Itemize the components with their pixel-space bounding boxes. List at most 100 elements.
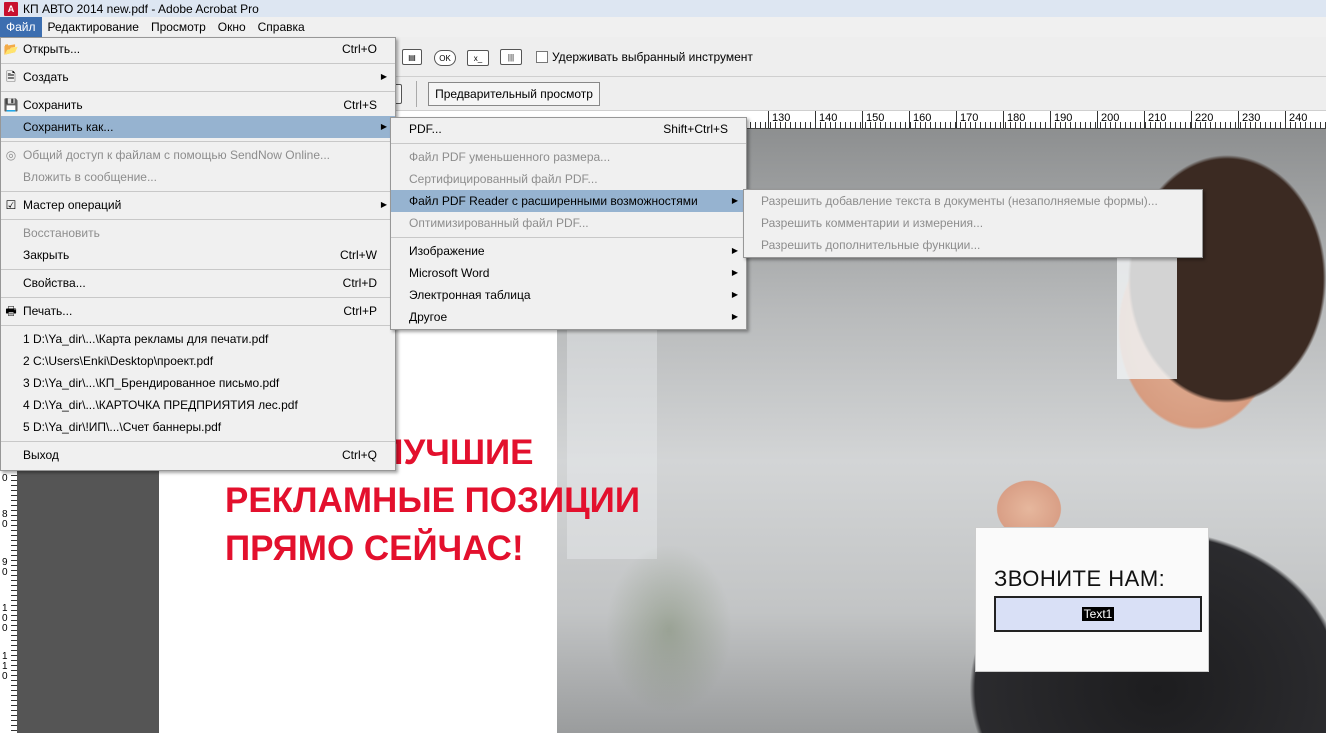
save-as-submenu: PDF... Shift+Ctrl+S Файл PDF уменьшенног…: [390, 117, 747, 330]
menu-file[interactable]: Файл: [0, 17, 42, 37]
vruler-label: 0: [2, 623, 8, 634]
menu-separator: [391, 143, 746, 144]
menu-item-label: Свойства...: [23, 276, 86, 290]
menu-item-label: Изображение: [409, 244, 485, 258]
recent-file-3[interactable]: 3 D:\Ya_dir\...\КП_Брендированное письмо…: [1, 372, 395, 394]
menu-item-label: Общий доступ к файлам с помощью SendNow …: [23, 148, 330, 162]
menu-item-word[interactable]: Microsoft Word ▶: [391, 262, 746, 284]
vertical-ruler: 0 8 0 9 0 1 0 0 1 1 0: [0, 470, 18, 733]
menu-item-label: Сохранить как...: [23, 120, 114, 134]
ruler-label: 150: [866, 112, 885, 124]
menu-item-certified-pdf[interactable]: Сертифицированный файл PDF...: [391, 168, 746, 190]
listbox-tool-icon[interactable]: ▤: [402, 49, 422, 65]
ruler-label: 220: [1195, 112, 1214, 124]
menu-item-print[interactable]: 🖶 Печать... Ctrl+P: [1, 300, 395, 322]
ruler-label: 210: [1148, 112, 1167, 124]
menu-item-label: Разрешить комментарии и измерения...: [761, 216, 984, 230]
submenu-arrow-icon: ▶: [380, 122, 387, 131]
menu-item-enable-comments[interactable]: Разрешить комментарии и измерения...: [744, 212, 1202, 234]
menu-item-save[interactable]: 💾 Сохранить Ctrl+S: [1, 94, 395, 116]
ruler-major-tick: [909, 111, 910, 128]
ruler-major-tick: [815, 111, 816, 128]
menu-item-other[interactable]: Другое ▶: [391, 306, 746, 328]
menu-item-create[interactable]: 🗎 Создать ▶: [1, 66, 395, 88]
menu-item-enable-more[interactable]: Разрешить дополнительные функции...: [744, 234, 1202, 256]
menu-item-label: Сертифицированный файл PDF...: [409, 172, 598, 186]
save-icon: 💾: [3, 98, 19, 112]
ruler-major-tick: [1238, 111, 1239, 128]
menu-item-action-wizard[interactable]: ☑ Мастер операций ▶: [1, 194, 395, 216]
menu-view[interactable]: Просмотр: [145, 17, 212, 37]
title-bar: A КП АВТО 2014 new.pdf - Adobe Acrobat P…: [0, 0, 1326, 17]
menu-item-optimized-pdf[interactable]: Оптимизированный файл PDF...: [391, 212, 746, 234]
create-icon: 🗎: [6, 70, 16, 84]
ruler-label: 170: [960, 112, 979, 124]
menu-item-save-as[interactable]: Сохранить как... ▶: [1, 116, 395, 138]
menu-item-label: Электронная таблица: [409, 288, 531, 302]
recent-file-1[interactable]: 1 D:\Ya_dir\...\Карта рекламы для печати…: [1, 328, 395, 350]
shortcut: Ctrl+D: [342, 276, 377, 290]
menu-item-attach[interactable]: Вложить в сообщение...: [1, 166, 395, 188]
headline-line: ПРЯМО СЕЙЧАС!: [225, 529, 524, 568]
toolbar-divider: [416, 81, 417, 107]
headline-line: РЕКЛАМНЫЕ ПОЗИЦИИ: [225, 481, 640, 520]
menu-item-revert[interactable]: Восстановить: [1, 222, 395, 244]
menu-item-label: Сохранить: [23, 98, 83, 112]
shortcut: Ctrl+Q: [341, 448, 377, 462]
menu-item-label: Мастер операций: [23, 198, 122, 212]
menu-item-spreadsheet[interactable]: Электронная таблица ▶: [391, 284, 746, 306]
ok-button-tool[interactable]: OK: [434, 50, 456, 66]
menu-item-image[interactable]: Изображение ▶: [391, 240, 746, 262]
menu-item-enable-text[interactable]: Разрешить добавление текста в документы …: [744, 190, 1202, 212]
submenu-arrow-icon: ▶: [731, 290, 738, 299]
menu-separator: [1, 63, 395, 64]
ruler-label: 180: [1007, 112, 1026, 124]
keep-tool-selected[interactable]: Удерживать выбранный инструмент: [536, 50, 753, 64]
text1-form-field[interactable]: Text1: [994, 596, 1202, 632]
menu-item-reduced-pdf[interactable]: Файл PDF уменьшенного размера...: [391, 146, 746, 168]
menu-window[interactable]: Окно: [212, 17, 252, 37]
submenu-arrow-icon: ▶: [380, 200, 387, 209]
menu-separator: [1, 91, 395, 92]
file-menu: 📂 Открыть... Ctrl+O 🗎 Создать ▶ 💾 Сохран…: [0, 37, 396, 471]
menu-separator: [1, 269, 395, 270]
acrobat-icon: A: [4, 1, 18, 16]
text-field-tool-icon[interactable]: x_: [467, 50, 489, 66]
menu-edit[interactable]: Редактирование: [42, 17, 145, 37]
recent-file-2[interactable]: 2 C:\Users\Enki\Desktop\проект.pdf: [1, 350, 395, 372]
preview-button[interactable]: Предварительный просмотр: [428, 82, 600, 106]
wizard-icon: ☑: [5, 198, 17, 212]
submenu-arrow-icon: ▶: [731, 312, 738, 321]
menu-item-open[interactable]: 📂 Открыть... Ctrl+O: [1, 38, 395, 60]
menu-item-exit[interactable]: Выход Ctrl+Q: [1, 444, 395, 466]
menu-item-label: Разрешить дополнительные функции...: [761, 238, 981, 252]
menu-item-reader-extended-pdf[interactable]: Файл PDF Reader с расширенными возможнос…: [391, 190, 746, 212]
menu-item-close[interactable]: Закрыть Ctrl+W: [1, 244, 395, 266]
menu-item-label: Другое: [409, 310, 448, 324]
menu-item-label: Вложить в сообщение...: [23, 170, 157, 184]
recent-file-5[interactable]: 5 D:\Ya_dir\!ИП\...\Счет баннеры.pdf: [1, 416, 395, 438]
keep-tool-checkbox[interactable]: [536, 51, 548, 63]
menu-item-sendnow[interactable]: ◎ Общий доступ к файлам с помощью SendNo…: [1, 144, 395, 166]
vruler-ticks: [11, 470, 17, 733]
menu-separator: [1, 141, 395, 142]
ok-tool-label: OK: [439, 53, 451, 63]
menu-separator: [1, 297, 395, 298]
menu-item-label: Открыть...: [23, 42, 81, 56]
menu-item-label: Закрыть: [23, 248, 70, 262]
ruler-label: 160: [913, 112, 932, 124]
open-folder-icon: 📂: [3, 42, 19, 56]
window-title: КП АВТО 2014 new.pdf - Adobe Acrobat Pro: [23, 1, 259, 16]
menu-item-label: 1 D:\Ya_dir\...\Карта рекламы для печати…: [23, 332, 269, 346]
shortcut: Ctrl+W: [340, 248, 377, 262]
recent-file-4[interactable]: 4 D:\Ya_dir\...\КАРТОЧКА ПРЕДПРИЯТИЯ лес…: [1, 394, 395, 416]
menu-item-properties[interactable]: Свойства... Ctrl+D: [1, 272, 395, 294]
ruler-major-tick: [1144, 111, 1145, 128]
shortcut: Ctrl+S: [343, 98, 377, 112]
menu-help[interactable]: Справка: [252, 17, 311, 37]
menu-separator: [1, 325, 395, 326]
menu-separator: [1, 191, 395, 192]
menu-separator: [1, 441, 395, 442]
barcode-tool-icon[interactable]: |||: [500, 49, 522, 65]
menu-item-pdf[interactable]: PDF... Shift+Ctrl+S: [391, 118, 746, 140]
